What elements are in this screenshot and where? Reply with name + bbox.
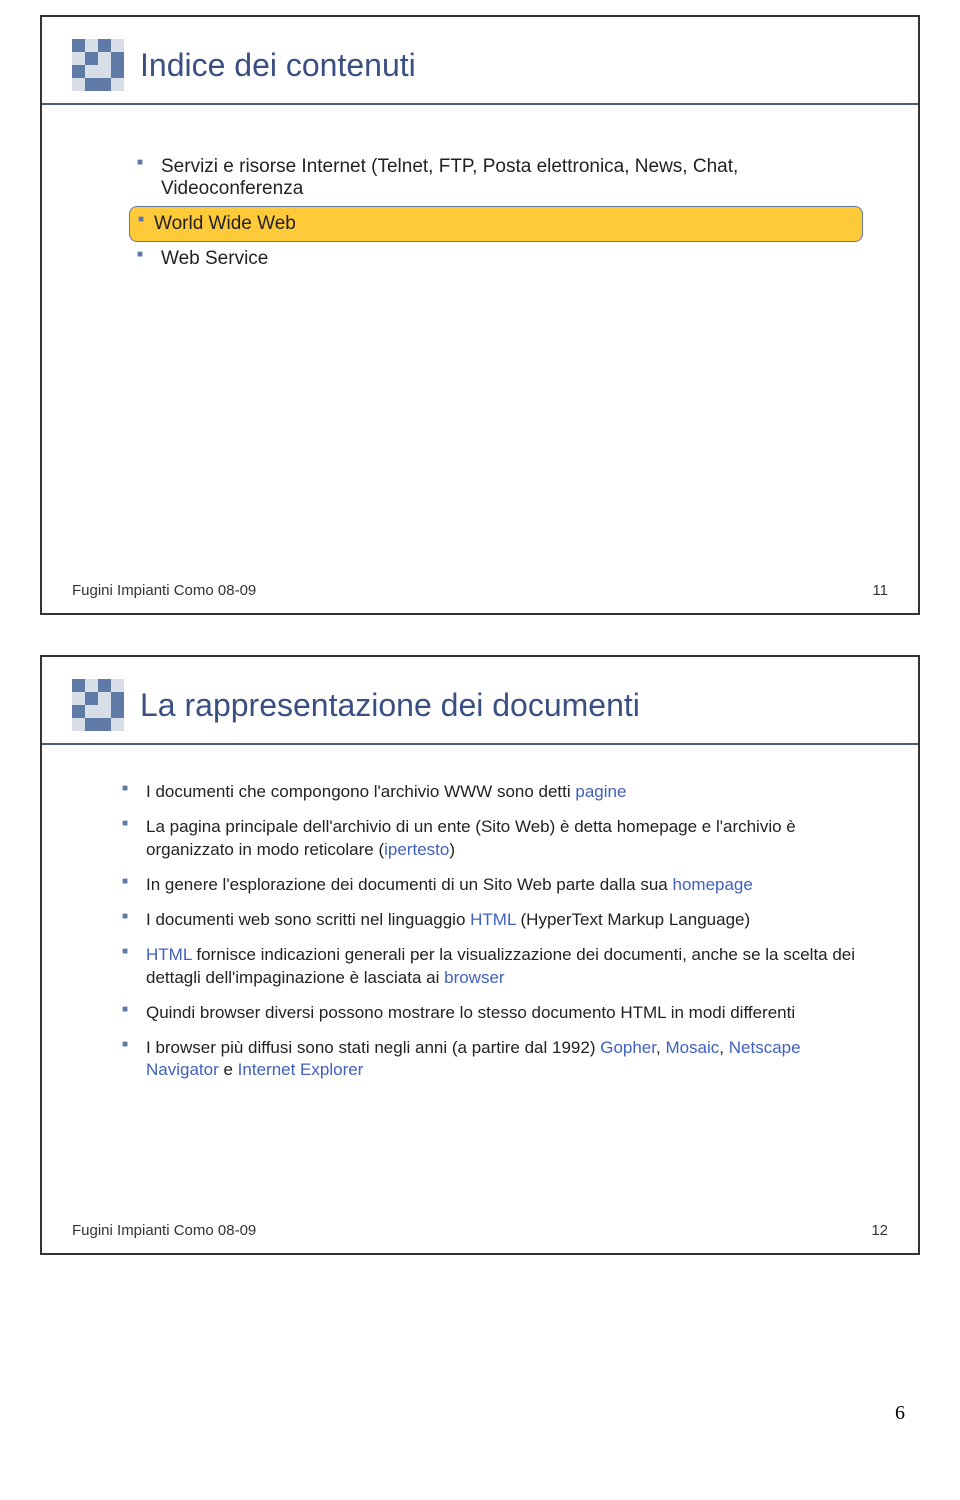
list-item: Servizi e risorse Internet (Telnet, FTP,… [137,150,863,206]
slide-list: I documenti che compongono l'archivio WW… [122,775,868,1088]
footer-left: Fugini Impianti Como 08-09 [72,582,256,599]
logo-icon [72,39,124,91]
slide-header: Indice dei contenuti [42,17,918,105]
list-item: I documenti che compongono l'archivio WW… [122,775,868,810]
list-item: La pagina principale dell'archivio di un… [122,810,868,868]
footer-page: 12 [871,1222,888,1239]
footer-page: 11 [872,582,888,599]
slide-2: La rappresentazione dei documenti I docu… [40,655,920,1255]
list-item: HTML fornisce indicazioni generali per l… [122,938,868,996]
slide-title: La rappresentazione dei documenti [140,687,640,724]
list-item: In genere l'esplorazione dei documenti d… [122,868,868,903]
slide-1: Indice dei contenuti Servizi e risorse I… [40,15,920,615]
list-item: Web Service [137,242,863,276]
list-item: I browser più diffusi sono stati negli a… [122,1031,868,1089]
list-item: I documenti web sono scritti nel linguag… [122,903,868,938]
slide-header: La rappresentazione dei documenti [42,657,918,745]
page-number: 6 [895,1402,905,1425]
footer-left: Fugini Impianti Como 08-09 [72,1222,256,1239]
slide-list: Servizi e risorse Internet (Telnet, FTP,… [137,150,863,276]
slide-body: Servizi e risorse Internet (Telnet, FTP,… [42,105,918,366]
slide-title: Indice dei contenuti [140,47,416,84]
list-item: Quindi browser diversi possono mostrare … [122,996,868,1031]
slide-footer: Fugini Impianti Como 08-09 12 [72,1222,888,1239]
logo-icon [72,679,124,731]
slide-footer: Fugini Impianti Como 08-09 11 [72,582,888,599]
slide-body: I documenti che compongono l'archivio WW… [42,745,918,1178]
list-item: World Wide Web [129,206,863,242]
